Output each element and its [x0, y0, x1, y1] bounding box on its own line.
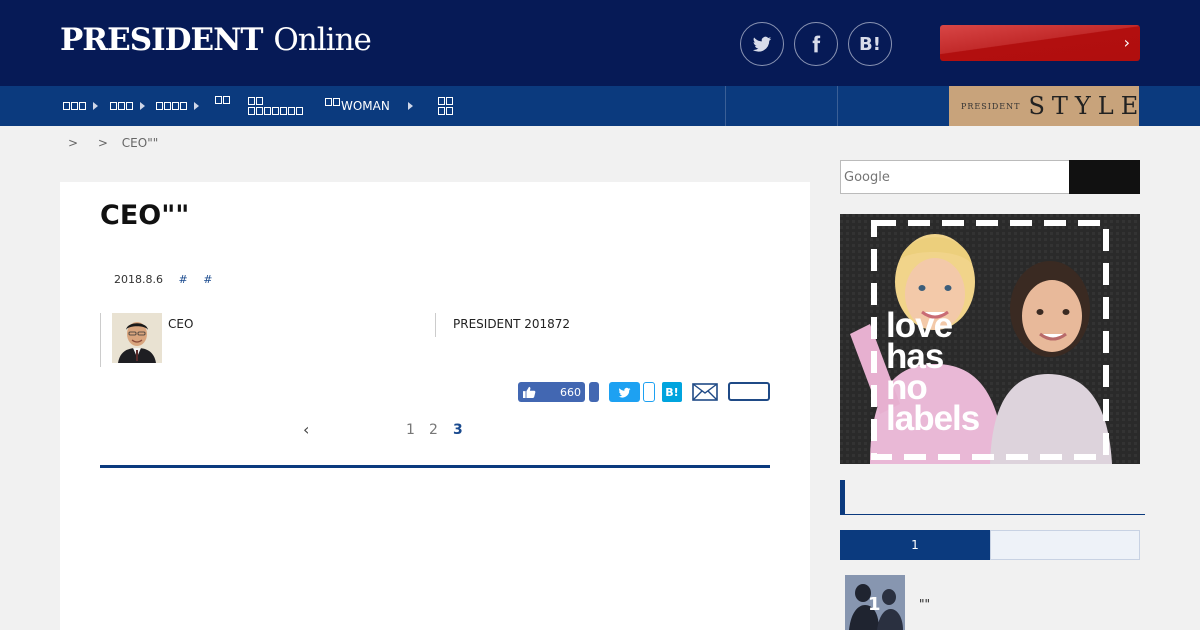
tweet-count-bubble — [643, 382, 655, 402]
twitter-icon — [618, 387, 631, 397]
pager-page-current: 3 — [453, 422, 463, 438]
author-block[interactable]: CEO — [100, 313, 436, 367]
nav-item-7[interactable] — [438, 86, 454, 126]
nav-item-4[interactable] — [215, 86, 231, 126]
breadcrumb-sep: > — [68, 136, 79, 150]
logo-sub: Online — [273, 22, 372, 58]
ranking-number: 1 — [868, 594, 881, 615]
pager-page-1[interactable]: 1 — [406, 422, 415, 442]
subscribe-button[interactable]: › — [940, 25, 1140, 61]
ad-text: love has no labels — [886, 306, 980, 438]
twitter-icon — [752, 36, 772, 52]
logo-main: PRESIDENT — [60, 22, 264, 58]
facebook-like-button[interactable]: 660 — [518, 382, 585, 402]
hatena-share-button[interactable]: B! — [848, 22, 892, 66]
hatena-bookmark-button[interactable]: B! — [662, 382, 682, 402]
caret-right-icon — [194, 102, 199, 110]
nav-item-label: WOMAN — [341, 99, 390, 113]
nav-item-5[interactable] — [248, 86, 304, 126]
sidebar-ad-banner[interactable]: love has no labels — [840, 214, 1140, 464]
facebook-share-button[interactable] — [794, 22, 838, 66]
nav-item-3[interactable] — [156, 86, 199, 126]
article-meta: 2018.8.6 # # — [114, 273, 212, 286]
ranking-tab-active[interactable]: 1 — [840, 530, 990, 560]
author-role: CEO — [168, 317, 194, 331]
search-button[interactable] — [1069, 160, 1140, 194]
article-title: CEO"" — [100, 200, 190, 231]
tweet-button[interactable] — [609, 382, 640, 402]
mail-share-button[interactable] — [691, 382, 719, 402]
facebook-share-button[interactable] — [589, 382, 599, 402]
caret-right-icon — [407, 102, 413, 110]
author-avatar — [112, 313, 162, 363]
nav-item-1[interactable] — [63, 86, 98, 126]
nav-item-woman[interactable]: WOMAN — [325, 86, 413, 126]
breadcrumb-current: CEO"" — [121, 136, 159, 150]
source-block: PRESIDENT 201872 — [435, 313, 775, 337]
thumbs-up-icon — [523, 386, 536, 398]
google-search-input[interactable] — [840, 160, 1070, 194]
twitter-share-button[interactable] — [740, 22, 784, 66]
caret-right-icon — [93, 102, 98, 110]
ad-image — [840, 214, 1140, 464]
president-style-banner[interactable]: PRESIDENT STYLE — [949, 86, 1139, 126]
ranking-item-title[interactable]: "" — [919, 597, 930, 611]
breadcrumb-sep: > — [97, 136, 108, 150]
style-banner-large: STYLE — [1028, 92, 1146, 120]
line-share-button[interactable] — [728, 382, 770, 401]
site-header: PRESIDENT Online B! › — [0, 0, 1200, 86]
pager-prev-button[interactable]: ‹ — [303, 420, 309, 440]
style-banner-small: PRESIDENT — [961, 101, 1021, 111]
ranking-tab-inactive[interactable] — [990, 530, 1140, 560]
article-card: CEO"" 2018.8.6 # # CEO PRESIDENT 201872 — [60, 182, 810, 630]
hatena-icon: B! — [859, 33, 881, 55]
mail-icon — [692, 383, 718, 401]
chevron-right-icon: › — [1123, 33, 1130, 52]
ranking-header-accent — [840, 480, 845, 515]
facebook-icon — [812, 35, 821, 53]
hatena-icon: B! — [665, 385, 679, 399]
nav-item-2[interactable] — [110, 86, 145, 126]
pager-page-2[interactable]: 2 — [429, 422, 438, 442]
article-date: 2018.8.6 — [114, 273, 163, 286]
caret-right-icon — [140, 102, 145, 110]
nav-divider — [837, 86, 838, 126]
article-tag[interactable]: # — [203, 273, 212, 286]
article-tag[interactable]: # — [178, 273, 187, 286]
breadcrumb: > > CEO"" — [68, 136, 168, 150]
site-logo[interactable]: PRESIDENT Online — [60, 22, 372, 58]
ranking-header — [840, 480, 1145, 515]
article-divider — [100, 465, 770, 468]
like-count: 660 — [560, 385, 581, 399]
author-photo — [112, 313, 162, 363]
source-text: PRESIDENT 201872 — [453, 317, 571, 331]
nav-divider — [725, 86, 726, 126]
